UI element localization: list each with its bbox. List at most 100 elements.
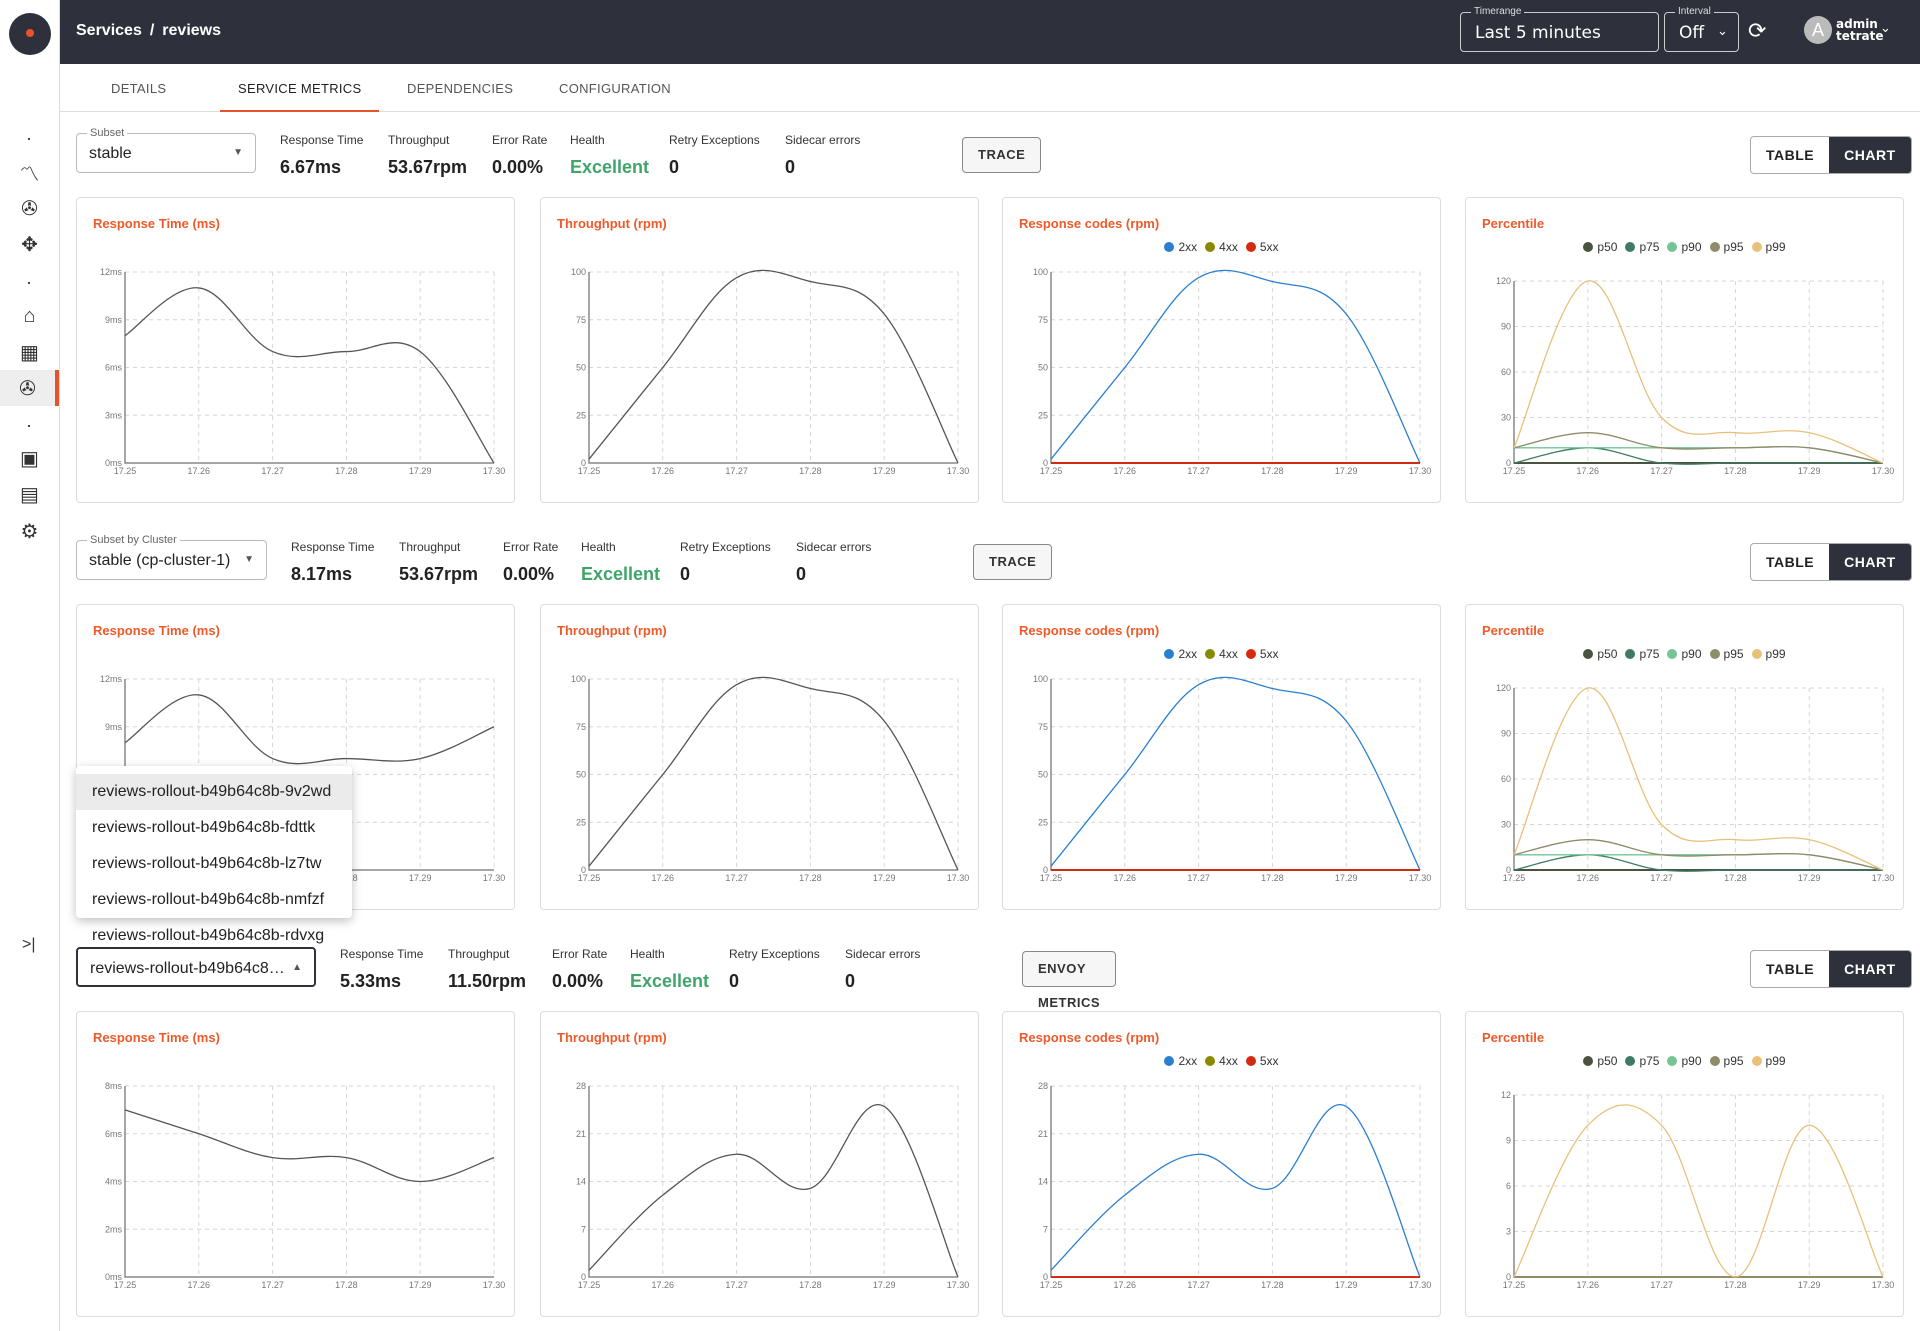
dropdown-option[interactable]: reviews-rollout-b49b64c8b-nmfzf [76,882,352,918]
x-tick-label: 17.27 [725,873,748,883]
y-tick-label: 75 [1038,315,1048,325]
metric-value: 0 [680,564,691,584]
y-tick-label: 21 [576,1129,586,1139]
metric-error-rate: Error Rate 0.00% [552,947,607,992]
metric-error-rate: Error Rate 0.00% [492,133,547,178]
avatar[interactable]: A [1804,16,1832,44]
x-tick-label: 17.28 [1724,1280,1747,1290]
sidebar-divider [28,425,30,427]
chart-plot: 0ms2ms4ms6ms8ms17.25 17.26 17.27 17.28 17.29… [105,1081,505,1290]
x-tick-label: 17.25 [1503,873,1526,883]
timerange-label: Timerange [1471,6,1525,17]
y-tick-label: 8ms [105,1081,123,1091]
chart-card: Percentile p50 p75 p90 p95 p99 0 30 60 90 120 17.25… [1465,197,1904,503]
metric-label: Error Rate [503,540,559,554]
dropdown-option[interactable]: reviews-rollout-b49b64c8b-fdttk [76,810,352,846]
metric-value: 53.67rpm [399,564,479,584]
x-tick-label: 17.28 [335,466,358,476]
subset-value: stable [89,145,132,162]
x-tick-label: 17.28 [1261,873,1284,883]
sidebar-badge-icon[interactable]: ▣ [0,440,59,476]
y-tick-label: 120 [1496,276,1511,286]
y-tick-label: 120 [1496,683,1511,693]
chart-plot: 025507510017.25 17.26 17.27 17.28 17.29 17.30 [571,267,969,476]
y-tick-label: 2ms [105,1224,123,1234]
subset-select[interactable]: Subset stable ▼ [76,127,256,173]
series-line [124,694,495,765]
dropdown-option[interactable]: reviews-rollout-b49b64c8b-9v2wd [76,774,352,810]
x-tick-label: 17.28 [335,1280,358,1290]
tab-details[interactable]: DETAILS [93,64,184,112]
chart-card: Throughput (rpm) 0 25 50 75 100 17.25 17.26 17.2… [540,197,979,503]
tetrate-logo[interactable] [9,13,51,55]
y-tick-label: 25 [576,410,586,420]
interval-select[interactable]: Interval Off ⌄ [1664,6,1739,52]
metric-throughput: Throughput 11.50rpm [448,947,526,992]
table-view-button[interactable]: TABLE [1751,137,1829,173]
sidebar-trending-icon[interactable]: 〽 [0,154,59,190]
x-tick-label: 17.27 [1650,1280,1673,1290]
sidebar-bank-icon[interactable]: ⌂ [0,298,59,334]
timerange-select[interactable]: Timerange Last 5 minutes [1460,6,1659,52]
sidebar-services-icon[interactable]: ✇ [0,190,59,226]
sidebar-extension-icon[interactable]: ✥ [0,226,59,262]
chart-view-button[interactable]: CHART [1829,544,1911,580]
x-tick-label: 17.29 [873,466,896,476]
user-menu[interactable]: admin tetrate [1836,18,1884,42]
x-tick-label: 17.30 [1872,466,1895,476]
sidebar-gear-icon[interactable]: ⚙ [0,513,59,549]
chart-card: Throughput (rpm) 0 25 50 75 100 17.25 17.26 17.2… [540,604,979,910]
sidebar-divider [28,138,30,140]
x-tick-label: 17.27 [1187,466,1210,476]
y-tick-label: 100 [1033,674,1048,684]
tab-configuration[interactable]: CONFIGURATION [541,64,689,112]
metric-response-time: Response Time 6.67ms [280,133,363,178]
table-view-button[interactable]: TABLE [1751,951,1829,987]
x-tick-label: 17.25 [1040,466,1063,476]
y-tick-label: 6ms [105,1129,123,1139]
user-chevron-icon[interactable]: ⌄ [1880,20,1891,36]
subset-select[interactable]: Subset by Cluster stable (cp-cluster-1) ▼ [76,534,267,580]
chart-view-button[interactable]: CHART [1829,951,1911,987]
tab-service-metrics[interactable]: SERVICE METRICS [220,64,380,112]
dropdown-option[interactable]: reviews-rollout-b49b64c8b-rdvxg [76,918,352,954]
x-tick-label: 17.27 [725,466,748,476]
expand-sidebar-icon[interactable]: >| [22,936,36,954]
chart-plot: 030609012017.25 17.26 17.27 17.28 17.29 17.30 [1496,683,1894,883]
tab-bar: DETAILS SERVICE METRICS DEPENDENCIES CON… [60,64,1920,112]
sidebar-calendar-icon[interactable]: ▤ [0,476,59,512]
metric-value: 11.50rpm [448,971,527,991]
y-tick-label: 6 [1506,1181,1511,1191]
x-tick-label: 17.29 [1335,466,1358,476]
metric-retry-exceptions: Retry Exceptions 0 [729,947,820,992]
y-tick-label: 6ms [105,363,123,373]
chart-view-button[interactable]: CHART [1829,137,1911,173]
chart-plot: 0714212817.25 17.26 17.27 17.28 17.29 17.30 [576,1081,969,1290]
table-view-button[interactable]: TABLE [1751,544,1829,580]
x-tick-label: 17.27 [1650,873,1673,883]
y-tick-label: 14 [1038,1177,1048,1187]
x-tick-label: 17.29 [1798,873,1821,883]
breadcrumb-services[interactable]: Services [76,22,142,39]
view-toggle: TABLE CHART [1750,136,1912,174]
tab-dependencies[interactable]: DEPENDENCIES [389,64,531,112]
series-line-2xx [1050,676,1421,871]
trace-button[interactable]: TRACE [962,137,1042,173]
series-line [124,287,495,464]
subset-label: Subset by Cluster [87,534,180,546]
chart-card: Response Time (ms) 0ms 2ms 4ms 6ms 8ms 17.25 17… [76,1011,515,1317]
y-tick-label: 90 [1501,729,1511,739]
y-tick-label: 14 [576,1177,586,1187]
dropdown-option[interactable]: reviews-rollout-b49b64c8b-lz7tw [76,846,352,882]
x-tick-label: 17.25 [1503,1280,1526,1290]
sidebar-grid-icon[interactable]: ▦ [0,334,59,370]
x-tick-label: 17.29 [1335,873,1358,883]
caret-up-icon: ▲ [292,962,302,973]
envoy-metrics-button[interactable]: ENVOY METRICS [1022,951,1116,1010]
trace-button[interactable]: TRACE [973,544,1053,580]
metric-value: 0 [796,564,807,584]
sidebar-services-icon[interactable]: ✇ [0,370,59,406]
refresh-icon[interactable]: ⟳ [1748,18,1766,44]
metric-label: Error Rate [552,947,608,961]
y-tick-label: 25 [576,817,586,827]
